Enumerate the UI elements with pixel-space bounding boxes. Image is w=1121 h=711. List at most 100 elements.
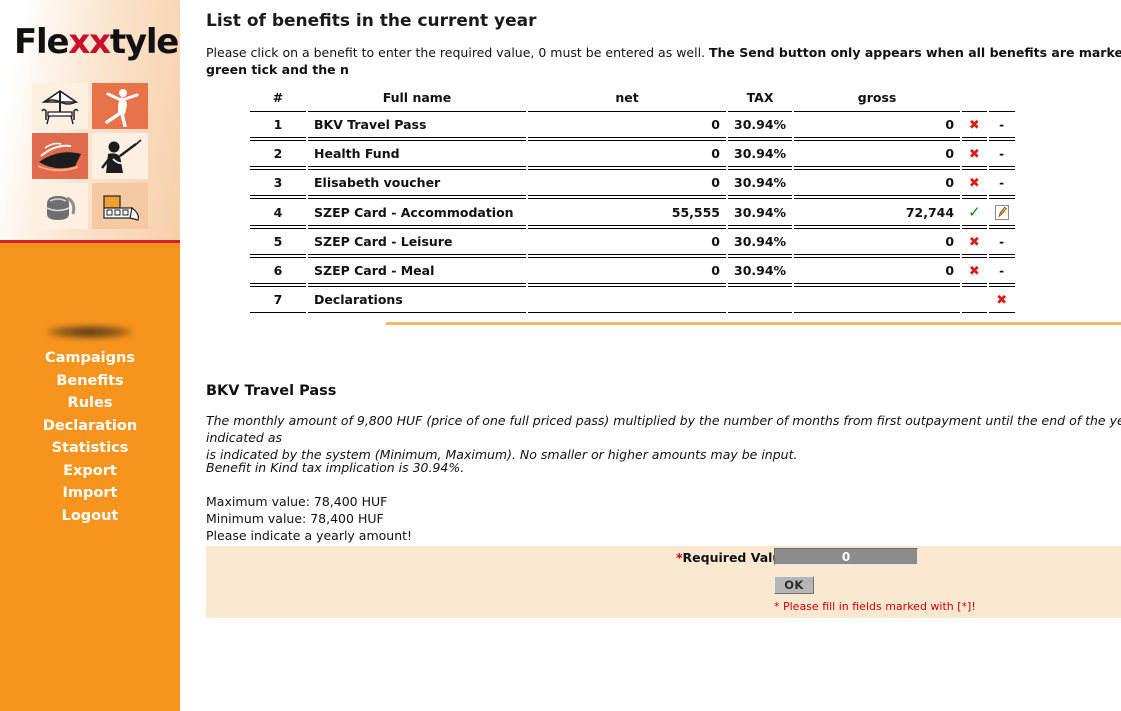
detail-description: The monthly amount of 9,800 HUF (price o…: [206, 412, 1121, 463]
table-row[interactable]: 3 Elisabeth voucher 0 30.94% 0 ✖ -: [250, 169, 1015, 196]
row-action[interactable]: -: [988, 257, 1015, 284]
row-tax: 30.94%: [728, 140, 793, 167]
col-header-full-name: Full name: [382, 90, 452, 105]
benefits-table-body: 1 BKV Travel Pass 0 30.94% 0 ✖ -2 Health Fund 0 3…: [250, 111, 1015, 313]
edit-pencil-icon[interactable]: [994, 205, 1009, 220]
row-net: 0: [528, 111, 726, 138]
benefits-table: # Full name net TAX gross 1 BKV Travel Pa…: [248, 86, 1017, 315]
sidebar: Flexxtyle Campaigns Benefits Rules Decla…: [0, 0, 180, 711]
row-action[interactable]: -: [988, 111, 1015, 138]
action-dash: -: [999, 118, 1005, 132]
row-index: 5: [250, 228, 306, 255]
row-action[interactable]: -: [988, 169, 1015, 196]
main-content: List of benefits in the current year Ple…: [180, 0, 1121, 711]
action-dash: -: [999, 264, 1005, 278]
row-benefit-name[interactable]: SZEP Card - Leisure: [308, 228, 526, 255]
row-benefit-name[interactable]: Elisabeth voucher: [308, 169, 526, 196]
sidebar-item-benefits[interactable]: Benefits: [0, 370, 180, 392]
row-benefit-name[interactable]: Declarations: [308, 286, 526, 313]
row-action[interactable]: [988, 198, 1015, 226]
row-index: 2: [250, 140, 306, 167]
brand-icon-grid: [32, 83, 148, 231]
action-dash: -: [999, 176, 1005, 190]
table-row[interactable]: 6 SZEP Card - Meal 0 30.94% 0 ✖ -: [250, 257, 1015, 284]
row-action[interactable]: ✖: [988, 286, 1015, 313]
row-index: 7: [250, 286, 306, 313]
intro-text: Please click on a benefit to enter the r…: [206, 44, 1121, 78]
logo-text-part1: Fle: [14, 22, 70, 62]
row-status: ✖: [962, 257, 987, 284]
logo-text-accent: xx: [68, 22, 111, 62]
sidebar-item-import[interactable]: Import: [0, 482, 180, 504]
table-row[interactable]: 1 BKV Travel Pass 0 30.94% 0 ✖ -: [250, 111, 1015, 138]
row-benefit-name[interactable]: SZEP Card - Accommodation: [308, 198, 526, 226]
row-action[interactable]: -: [988, 228, 1015, 255]
row-benefit-name[interactable]: SZEP Card - Meal: [308, 257, 526, 284]
table-row[interactable]: 4 SZEP Card - Accommodation 55,555 30.94% 72…: [250, 198, 1015, 226]
row-status: ✓: [962, 198, 987, 226]
minimum-value: Minimum value: 78,400 HUF: [206, 511, 384, 526]
ok-button[interactable]: OK: [774, 576, 814, 594]
dancer-icon: [92, 83, 148, 129]
row-status: ✖: [962, 140, 987, 167]
required-value-form: *Required Value: OK * Please fill in fie…: [206, 546, 1121, 618]
action-dash: -: [999, 147, 1005, 161]
table-row[interactable]: 5 SZEP Card - Leisure 0 30.94% 0 ✖ -: [250, 228, 1015, 255]
sidebar-item-campaigns[interactable]: Campaigns: [0, 347, 180, 369]
row-benefit-name[interactable]: Health Fund: [308, 140, 526, 167]
required-value-input[interactable]: [774, 548, 918, 565]
row-benefit-name[interactable]: BKV Travel Pass: [308, 111, 526, 138]
col-header-net: net: [615, 90, 639, 105]
row-gross: 0: [794, 257, 961, 284]
row-tax: 30.94%: [728, 169, 793, 196]
col-header-index: #: [272, 90, 284, 105]
backpack-icon: [32, 183, 88, 229]
col-header-action: [989, 88, 1015, 109]
app-logo: Flexxtyle: [14, 22, 179, 62]
row-index: 6: [250, 257, 306, 284]
maximum-value: Maximum value: 78,400 HUF: [206, 494, 388, 509]
sidebar-item-declaration[interactable]: Declaration: [0, 415, 180, 437]
benefit-limits: Maximum value: 78,400 HUF Minimum value:…: [206, 493, 412, 544]
status-cross-icon: ✖: [968, 147, 980, 162]
sidebar-item-logout[interactable]: Logout: [0, 505, 180, 527]
status-cross-icon: ✖: [968, 235, 980, 250]
table-row[interactable]: 7 Declarations ✖: [250, 286, 1015, 313]
row-net: 0: [528, 140, 726, 167]
cruise-ship-icon: [32, 133, 88, 179]
sidebar-item-statistics[interactable]: Statistics: [0, 437, 180, 459]
row-tax: 30.94%: [728, 228, 793, 255]
row-status: ✖: [962, 228, 987, 255]
status-cross-icon: ✖: [968, 264, 980, 279]
yearly-amount-hint: Please indicate a yearly amount!: [206, 528, 413, 543]
row-net: 0: [528, 257, 726, 284]
page-title: List of benefits in the current year: [206, 11, 537, 31]
row-tax: 30.94%: [728, 198, 793, 226]
brand-area: Flexxtyle: [0, 0, 180, 240]
row-gross: 0: [794, 140, 961, 167]
user-name-redacted: [47, 325, 132, 339]
row-net: 0: [528, 228, 726, 255]
required-fields-note: * Please fill in fields marked with [*]!: [774, 600, 976, 613]
row-index: 3: [250, 169, 306, 196]
table-row[interactable]: 2 Health Fund 0 30.94% 0 ✖ -: [250, 140, 1015, 167]
row-gross: [794, 286, 961, 313]
sidebar-item-rules[interactable]: Rules: [0, 392, 180, 414]
status-cross-icon: ✖: [996, 293, 1008, 308]
row-tax: 30.94%: [728, 111, 793, 138]
nav-area: Campaigns Benefits Rules Declaration Sta…: [0, 243, 180, 711]
detail-description-line1: The monthly amount of 9,800 HUF (price o…: [206, 413, 1121, 445]
detail-tax-note: Benefit in Kind tax implication is 30.94…: [206, 460, 465, 475]
parasol-table-icon: [32, 83, 88, 129]
row-tax: [728, 286, 793, 313]
intro-plain: Please click on a benefit to enter the r…: [206, 45, 709, 60]
col-header-gross: gross: [857, 90, 897, 105]
conductor-icon: [92, 133, 148, 179]
section-divider: [386, 322, 1121, 325]
row-net: 55,555: [528, 198, 726, 226]
status-check-icon: ✓: [968, 202, 981, 221]
sidebar-item-export[interactable]: Export: [0, 460, 180, 482]
row-index: 1: [250, 111, 306, 138]
row-action[interactable]: -: [988, 140, 1015, 167]
table-header-row: # Full name net TAX gross: [250, 88, 1015, 109]
